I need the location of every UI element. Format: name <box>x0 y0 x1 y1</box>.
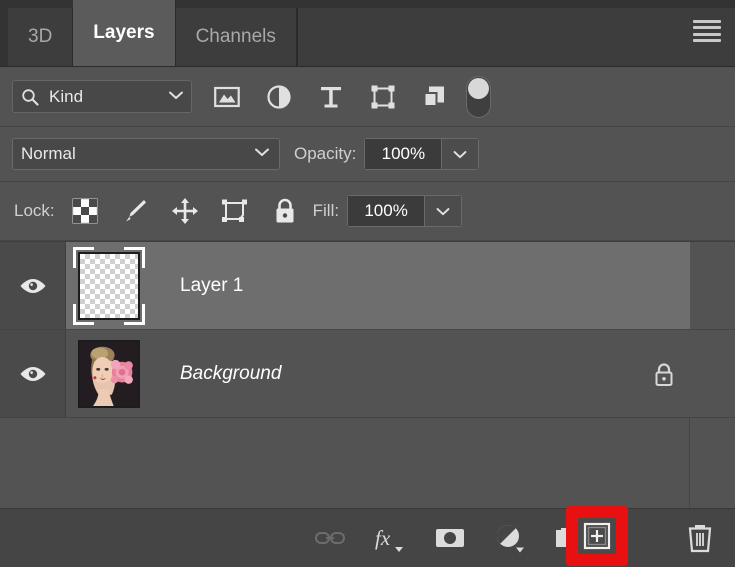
toggle-knob <box>468 77 489 99</box>
tab-channels[interactable]: Channels <box>175 8 297 66</box>
layer-row-body[interactable]: Background <box>66 330 690 417</box>
lock-artboard-nesting-icon[interactable] <box>221 197 249 225</box>
lock-buttons <box>71 197 299 225</box>
tab-channels-label: Channels <box>195 26 276 47</box>
tab-3d-label: 3D <box>28 26 53 47</box>
new-layer-button-highlight <box>566 506 628 566</box>
tab-strip-filler <box>296 8 735 66</box>
fill-value[interactable]: 100% <box>348 196 425 226</box>
pixel-layer-filter-icon[interactable] <box>212 82 242 112</box>
lock-all-icon[interactable] <box>271 197 299 225</box>
blend-mode-dropdown[interactable]: Normal <box>12 138 280 170</box>
table-row[interactable]: Layer 1 <box>0 242 735 330</box>
opacity-value[interactable]: 100% <box>365 139 442 169</box>
lock-label: Lock: <box>14 201 55 220</box>
layer-name[interactable]: Background <box>180 363 281 385</box>
layers-panel: 3D Layers Channels Kind Normal Opacity: … <box>0 0 735 567</box>
lock-image-pixels-icon[interactable] <box>121 197 149 225</box>
opacity-label: Opacity: <box>294 144 357 163</box>
layer-type-filters <box>212 82 450 112</box>
filter-enable-toggle[interactable] <box>466 75 491 118</box>
fill-dropdown-icon[interactable] <box>424 196 462 226</box>
add-layer-mask-button[interactable] <box>433 521 467 555</box>
blend-mode-value: Normal <box>21 144 76 163</box>
layer-visibility-toggle[interactable] <box>0 242 66 329</box>
link-layers-button[interactable] <box>313 521 347 555</box>
tab-3d[interactable]: 3D <box>8 8 74 66</box>
panel-tab-strip: 3D Layers Channels <box>0 0 735 67</box>
lock-controls-row: Lock: Fill: 100% <box>0 182 735 241</box>
blend-opacity-row: Normal Opacity: 100% <box>0 127 735 182</box>
fill-field[interactable]: 100% <box>347 195 463 227</box>
type-layer-filter-icon[interactable] <box>316 82 346 112</box>
opacity-field[interactable]: 100% <box>364 138 480 170</box>
new-adjustment-layer-button[interactable] <box>493 521 527 555</box>
adjustment-layer-filter-icon[interactable] <box>264 82 294 112</box>
menu-bar-2 <box>693 26 721 30</box>
layer-style-fx-button[interactable]: fx <box>373 521 407 555</box>
portrait-photo-thumbnail <box>80 341 138 406</box>
layer-row-body[interactable]: Layer 1 <box>66 242 690 329</box>
layer-visibility-toggle[interactable] <box>0 330 66 417</box>
lock-transparent-pixels-icon[interactable] <box>71 197 99 225</box>
filter-kind-label: Kind <box>49 86 84 106</box>
chevron-down-icon <box>167 88 185 106</box>
tab-layers[interactable]: Layers <box>73 0 176 66</box>
lock-position-icon[interactable] <box>171 197 199 225</box>
layer-thumbnail[interactable] <box>73 246 145 325</box>
layer-filter-row: Kind <box>0 67 735 127</box>
layer-name[interactable]: Layer 1 <box>180 275 243 297</box>
table-row[interactable]: Background <box>0 330 735 418</box>
layer-list: Layer 1 Background <box>0 241 735 508</box>
layer-locked-icon <box>651 361 677 387</box>
opacity-dropdown-icon[interactable] <box>441 139 479 169</box>
search-icon <box>19 86 41 108</box>
fill-label: Fill: <box>312 201 340 220</box>
eye-icon <box>20 278 45 293</box>
eye-icon <box>20 366 45 381</box>
smart-object-filter-icon[interactable] <box>420 82 450 112</box>
layer-thumbnail[interactable] <box>78 339 140 408</box>
new-layer-button[interactable] <box>578 518 616 554</box>
layer-thumbnail-image <box>78 339 140 408</box>
menu-bar-4 <box>693 38 721 42</box>
chevron-down-icon <box>253 145 271 163</box>
shape-layer-filter-icon[interactable] <box>368 82 398 112</box>
svg-text:fx: fx <box>375 526 391 550</box>
panel-menu-icon[interactable] <box>693 20 721 42</box>
delete-layer-button[interactable] <box>683 521 717 555</box>
tab-layers-label: Layers <box>93 22 155 43</box>
menu-bar-3 <box>693 32 721 36</box>
new-layer-icon <box>583 522 611 550</box>
menu-bar-1 <box>693 20 721 23</box>
filter-kind-dropdown[interactable]: Kind <box>12 80 192 113</box>
